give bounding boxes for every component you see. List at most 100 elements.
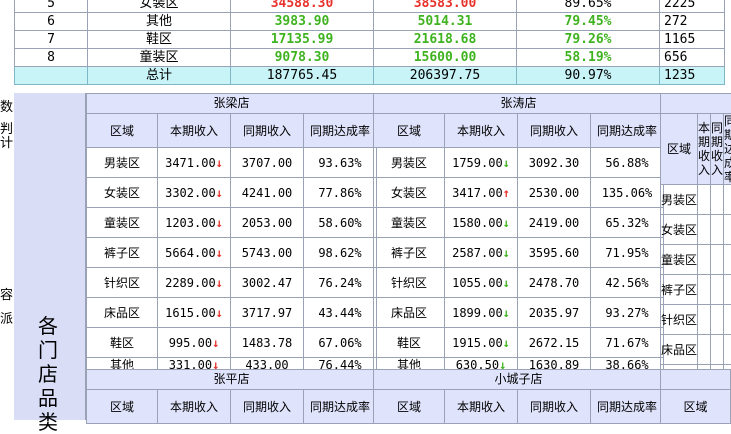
store-row: 男装区	[661, 185, 731, 215]
row-index: 8	[15, 49, 88, 67]
total-blank	[15, 67, 88, 85]
row-current: 9078.30	[231, 49, 374, 67]
current-value: 3302.00	[165, 186, 216, 200]
col-header-area: 区域	[661, 390, 731, 424]
current-value: 995.00	[169, 336, 212, 350]
summary-row: 5女装区34588.3038583.0089.65%2225	[15, 0, 725, 13]
col-header-area: 区域	[87, 114, 158, 148]
col-header-current: 本期收入	[445, 390, 518, 424]
store-row: 针织区2289.00↓3002.4776.24%	[87, 268, 377, 298]
row-current: 1615.00↓	[158, 298, 231, 328]
col-header-previous: 同期收入	[231, 390, 304, 424]
down-arrow-icon: ↓	[216, 276, 223, 290]
down-arrow-icon: ↓	[503, 216, 510, 230]
row-current: 2289.00↓	[158, 268, 231, 298]
row-previous: 1483.78	[231, 328, 304, 358]
row-rate: 67.06%	[304, 328, 377, 358]
down-arrow-icon: ↓	[216, 306, 223, 320]
store-row: 童装区1580.00↓2419.0065.32%	[374, 208, 664, 238]
row-area: 床品区	[661, 335, 698, 365]
row-rate	[724, 215, 731, 245]
row-area: 女装区	[87, 178, 158, 208]
store-row: 床品区1899.00↓2035.9793.27%	[374, 298, 664, 328]
side-title: 各门店品类	[36, 314, 60, 434]
row-extra: 2225	[660, 0, 725, 13]
store-name	[661, 94, 731, 114]
row-current: 1899.00↓	[445, 298, 518, 328]
row-index: 7	[15, 31, 88, 49]
row-previous	[711, 305, 724, 335]
row-area: 男装区	[87, 148, 158, 178]
edge-fragment: 派	[0, 308, 13, 327]
row-current: 995.00↓	[158, 328, 231, 358]
row-current	[698, 185, 711, 215]
row-current	[698, 245, 711, 275]
col-header-current: 本期收入	[445, 114, 518, 148]
down-arrow-icon: ↓	[503, 246, 510, 260]
row-rate: 98.62%	[304, 238, 377, 268]
col-header-area: 区域	[374, 390, 445, 424]
row-rate: 58.19%	[517, 49, 660, 67]
up-arrow-icon: ↑	[503, 186, 510, 200]
col-header-current: 本期收入	[698, 114, 711, 185]
row-area: 男装区	[374, 148, 445, 178]
current-value: 1580.00	[452, 216, 503, 230]
store-row: 鞋区995.00↓1483.7867.06%	[87, 328, 377, 358]
row-current: 3302.00↓	[158, 178, 231, 208]
down-arrow-icon: ↓	[216, 156, 223, 170]
current-value: 1759.00	[452, 156, 503, 170]
row-rate: 43.44%	[304, 298, 377, 328]
row-previous	[711, 185, 724, 215]
col-header-area: 区域	[374, 114, 445, 148]
row-extra: 272	[660, 13, 725, 31]
row-previous: 2478.70	[518, 268, 591, 298]
total-current: 187765.45	[231, 67, 374, 85]
row-rate	[724, 245, 731, 275]
store-row: 女装区3417.00↑2530.00135.06%	[374, 178, 664, 208]
store-table: 小城子店区域本期收入同期收入同期达成率	[373, 369, 664, 424]
col-header-previous: 同期收入	[518, 390, 591, 424]
store-table: 张涛店区域本期收入同期收入同期达成率男装区1759.00↓3092.3056.8…	[373, 93, 664, 374]
down-arrow-icon: ↓	[503, 306, 510, 320]
store-name: 张平店	[87, 370, 377, 390]
row-area: 床品区	[374, 298, 445, 328]
row-previous: 3002.47	[231, 268, 304, 298]
current-value: 1899.00	[452, 306, 503, 320]
row-area: 裤子区	[661, 275, 698, 305]
row-area: 童装区	[88, 49, 231, 67]
row-current: 3471.00↓	[158, 148, 231, 178]
summary-row: 8童装区9078.3015600.0058.19%656	[15, 49, 725, 67]
row-index: 5	[15, 0, 88, 13]
row-previous	[711, 215, 724, 245]
store-row: 裤子区	[661, 275, 731, 305]
row-area: 针织区	[374, 268, 445, 298]
row-area: 童装区	[661, 245, 698, 275]
edge-fragment: 容	[0, 284, 13, 303]
row-previous: 2419.00	[518, 208, 591, 238]
summary-row: 7鞋区17135.9921618.6879.26%1165	[15, 31, 725, 49]
row-current	[698, 275, 711, 305]
store-name	[661, 370, 731, 390]
store-row: 男装区3471.00↓3707.0093.63%	[87, 148, 377, 178]
current-value: 1615.00	[165, 306, 216, 320]
edge-fragment: 数	[0, 96, 13, 115]
down-arrow-icon: ↓	[216, 186, 223, 200]
row-rate: 93.27%	[591, 298, 664, 328]
row-area: 裤子区	[374, 238, 445, 268]
row-current: 5664.00↓	[158, 238, 231, 268]
down-arrow-icon: ↓	[216, 246, 223, 260]
row-area: 男装区	[661, 185, 698, 215]
row-previous: 3717.97	[231, 298, 304, 328]
col-header-rate: 同期达成率	[304, 390, 377, 424]
row-area: 童装区	[87, 208, 158, 238]
down-arrow-icon: ↓	[212, 336, 219, 350]
row-area: 鞋区	[374, 328, 445, 358]
row-previous: 3092.30	[518, 148, 591, 178]
down-arrow-icon: ↓	[503, 336, 510, 350]
store-row: 女装区	[661, 215, 731, 245]
row-index: 6	[15, 13, 88, 31]
row-previous: 15600.00	[374, 49, 517, 67]
row-area: 鞋区	[88, 31, 231, 49]
row-current: 1759.00↓	[445, 148, 518, 178]
store-table: 区域	[660, 369, 731, 424]
